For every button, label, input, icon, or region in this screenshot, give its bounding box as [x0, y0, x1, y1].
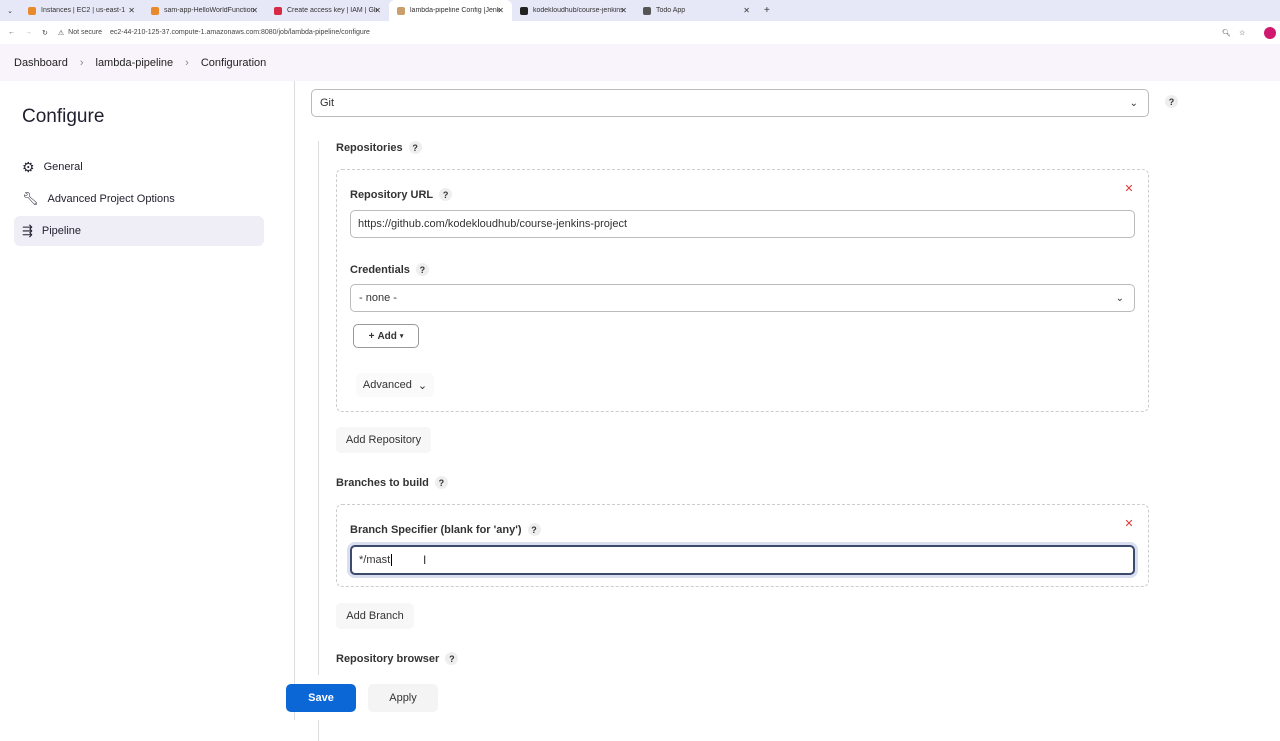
pipeline-icon: ⇶ [22, 223, 33, 238]
sidebar: Configure ⚙ General 🔧︎ Advanced Project Op… [0, 81, 295, 720]
bookmark-star-icon[interactable]: ☆ [1239, 29, 1245, 37]
favicon-icon [643, 6, 651, 15]
wrench-icon: 🔧︎ [22, 191, 39, 206]
caret-down-icon: ▾ [399, 333, 404, 340]
close-icon[interactable]: ✕ [1122, 516, 1136, 530]
add-label: Add [377, 330, 397, 342]
repository-url-input[interactable]: https://github.com/kodekloudhub/course-j… [350, 210, 1135, 238]
chevron-right-icon: › [79, 56, 84, 69]
address-bar: ← → ↻ ⚠ Not secure ec2-44-210-125-37.com… [0, 21, 1280, 44]
repository-url-label: Repository URL [350, 188, 434, 201]
zoom-icon[interactable]: 🔍︎ [1222, 29, 1231, 37]
close-icon[interactable]: ✕ [1122, 181, 1136, 195]
breadcrumb-job[interactable]: lambda-pipeline [96, 57, 174, 69]
url-text[interactable]: ec2-44-210-125-37.compute-1.amazonaws.co… [110, 29, 370, 36]
favicon-icon [520, 6, 528, 15]
credentials-value: - none - [359, 292, 397, 304]
advanced-label: Advanced [362, 379, 412, 391]
add-branch-button[interactable]: Add Branch [336, 603, 414, 629]
credentials-select[interactable]: - none - ⌄ [350, 284, 1135, 312]
scm-value: Git [320, 97, 335, 109]
branches-label: Branches to build [336, 476, 429, 489]
breadcrumb: Dashboard › lambda-pipeline › Configurat… [0, 44, 1280, 81]
tab-title: sam-app-HelloWorldFunction- [164, 7, 254, 14]
save-button[interactable]: Save [286, 684, 356, 712]
favicon-icon [274, 6, 282, 15]
scm-select[interactable]: Git ⌄ [311, 89, 1149, 117]
browser-tab[interactable]: kodekloudhub/course-jenkins- ✕ [512, 0, 635, 21]
add-repository-label: Add Repository [345, 434, 422, 446]
add-credentials-button[interactable]: + Add ▾ [353, 324, 419, 348]
branch-specifier-input[interactable]: */mast I [350, 545, 1135, 575]
repositories-label: Repositories [336, 141, 403, 154]
browser-tab[interactable]: Create access key | IAM | Global✕ [266, 0, 389, 21]
apply-label: Apply [389, 692, 417, 704]
save-label: Save [308, 692, 334, 704]
favicon-icon [28, 6, 36, 15]
tab-search-icon[interactable]: ⌄ [0, 7, 20, 15]
tab-title: lambda-pipeline Config [Jenkins] [410, 7, 500, 14]
credentials-label: Credentials [350, 263, 410, 276]
breadcrumb-dashboard[interactable]: Dashboard [14, 57, 68, 69]
tab-title: Todo App [656, 7, 686, 14]
close-tab-icon[interactable]: ✕ [497, 6, 504, 15]
new-tab-icon[interactable]: + [764, 5, 770, 16]
plus-icon: + [368, 330, 375, 342]
sidebar-item-pipeline[interactable]: ⇶ Pipeline [14, 216, 264, 246]
advanced-button[interactable]: Advanced ⌄ [356, 373, 434, 397]
breadcrumb-configuration[interactable]: Configuration [201, 57, 266, 69]
main-content: Git ⌄ ? Repositories? ✕ Repository URL? h… [296, 81, 1280, 741]
security-label: Not secure [68, 29, 103, 36]
browser-tab[interactable]: lambda-pipeline Config [Jenkins]✕ [389, 0, 512, 21]
forward-icon[interactable]: → [25, 29, 32, 36]
back-icon[interactable]: ← [8, 29, 15, 36]
reload-icon[interactable]: ↻ [42, 29, 48, 37]
sidebar-item-label: Pipeline [41, 225, 82, 237]
sidebar-item-advanced[interactable]: 🔧︎ Advanced Project Options [14, 184, 264, 214]
browser-tab-bar: ⌄ Instances | EC2 | us-east-1 ✕ sam-app-He… [0, 0, 1280, 21]
tab-title: Instances | EC2 | us-east-1 [41, 7, 126, 14]
help-icon[interactable]: ? [1165, 95, 1178, 108]
close-tab-icon[interactable]: ✕ [743, 6, 750, 15]
warning-icon: ⚠ [57, 29, 65, 37]
profile-avatar[interactable] [1264, 26, 1276, 39]
add-branch-label: Add Branch [346, 610, 404, 622]
branch-specifier-label: Branch Specifier (blank for 'any') [350, 523, 522, 536]
help-icon[interactable]: ? [408, 141, 422, 154]
apply-button[interactable]: Apply [368, 684, 438, 712]
browser-tab[interactable]: sam-app-HelloWorldFunction- ✕ [143, 0, 266, 21]
tab-title: kodekloudhub/course-jenkins- [533, 7, 623, 14]
chevron-right-icon: › [185, 56, 189, 69]
tab-title: Create access key | IAM | Global [287, 7, 377, 14]
help-icon[interactable]: ? [415, 263, 429, 276]
help-icon[interactable]: ? [445, 652, 459, 665]
gear-icon: ⚙ [22, 158, 35, 175]
help-icon[interactable]: ? [527, 523, 541, 536]
url-field[interactable]: ⚠ Not secure ec2-44-210-125-37.compute-1… [58, 29, 370, 37]
chevron-down-icon: ⌄ [1129, 97, 1138, 109]
sidebar-item-label: General [43, 161, 83, 173]
browser-tab[interactable]: Instances | EC2 | us-east-1 ✕ [20, 0, 143, 21]
browser-tab[interactable]: Todo App ✕ [635, 0, 758, 21]
favicon-icon [151, 6, 159, 15]
sidebar-item-label: Advanced Project Options [47, 193, 175, 205]
branch-specifier-value: */mast [359, 554, 391, 566]
help-icon[interactable]: ? [434, 476, 448, 489]
repository-browser-label: Repository browser [336, 652, 440, 665]
repository-url-value: https://github.com/kodekloudhub/course-j… [358, 218, 628, 230]
footer-bar: Save Apply [286, 675, 1280, 720]
close-tab-icon[interactable]: ✕ [251, 6, 258, 15]
favicon-icon [397, 6, 405, 15]
chevron-down-icon: ⌄ [417, 379, 428, 392]
close-tab-icon[interactable]: ✕ [620, 6, 627, 15]
close-tab-icon[interactable]: ✕ [374, 6, 381, 15]
close-tab-icon[interactable]: ✕ [128, 6, 135, 15]
text-cursor-icon: I [423, 553, 427, 567]
chevron-down-icon: ⌄ [1115, 292, 1124, 304]
help-icon[interactable]: ? [439, 188, 453, 201]
page-title: Configure [22, 106, 105, 127]
sidebar-item-general[interactable]: ⚙ General [14, 152, 264, 182]
section-divider [318, 141, 319, 741]
add-repository-button[interactable]: Add Repository [336, 427, 431, 453]
